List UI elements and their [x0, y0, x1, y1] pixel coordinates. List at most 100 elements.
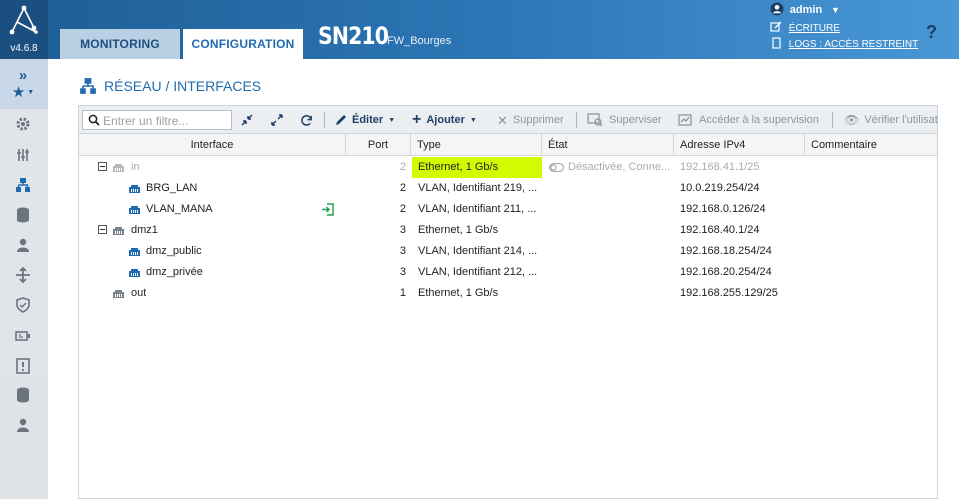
toolbar-separator [576, 112, 577, 128]
collapse-all-button[interactable] [241, 111, 253, 129]
user-menu-toggle[interactable]: admin ▼ [770, 2, 959, 23]
toolbar-separator [832, 112, 833, 128]
firewall-name: FW_Bourges [387, 35, 452, 47]
user2-icon[interactable] [12, 416, 34, 434]
ipv4-value: 10.0.219.254/24 [680, 182, 760, 194]
ipv4-value: 192.168.41.1/25 [680, 161, 760, 173]
user-icon[interactable] [12, 236, 34, 254]
expand-menu-icon[interactable]: » [12, 66, 34, 84]
ipv4-value: 192.168.255.129/25 [680, 287, 778, 299]
top-bar: v4.6.8 MONITORING CONFIGURATION SN210 FW… [0, 0, 959, 59]
chevron-down-icon: ▼ [388, 116, 396, 124]
ethernet-port-icon [129, 206, 140, 214]
type-value: Ethernet, 1 Gb/s [418, 287, 499, 299]
column-header-interface[interactable]: Interface [79, 134, 346, 156]
table-row[interactable]: VLAN_MANA 2 VLAN, Identifiant 211, ... 192.… [79, 199, 937, 220]
database2-icon[interactable] [12, 386, 34, 404]
ethernet-port-icon [113, 227, 124, 235]
monitor-icon [587, 113, 603, 127]
network-icon[interactable] [12, 176, 34, 194]
database-icon[interactable] [12, 206, 34, 224]
table-row[interactable]: dmz_public 3 VLAN, Identifiant 214, ... 192… [79, 241, 937, 262]
column-header-etat[interactable]: État [542, 134, 674, 156]
interface-name: dmz_privée [146, 266, 203, 278]
settings-gear-icon[interactable] [12, 115, 34, 133]
delete-button[interactable]: ✕ Supprimer [497, 111, 564, 129]
supervise-button[interactable]: Superviser [587, 111, 662, 129]
collapse-toggle-icon[interactable] [98, 225, 107, 234]
ethernet-port-icon [129, 185, 140, 193]
interface-name: in [131, 161, 140, 173]
search-icon [88, 114, 100, 126]
check-usage-button[interactable]: 👁 Vérifier l'utilisat [844, 111, 938, 129]
stormshield-logo-icon [9, 5, 38, 35]
add-button[interactable]: + Ajouter ▼ [412, 111, 477, 129]
toolbar: Éditer ▼ + Ajouter ▼ ✕ Supprimer Supervi… [79, 106, 938, 134]
version-label: v4.6.8 [10, 43, 38, 54]
state-value: Désactivée, Conne... [568, 161, 671, 173]
vpn-icon[interactable] [12, 327, 34, 345]
routing-icon[interactable] [12, 266, 34, 284]
port-value: 3 [399, 245, 406, 257]
table-row[interactable]: BRG_LAN 2 VLAN, Identifiant 219, ... 10.0.2… [79, 178, 937, 199]
ethernet-port-icon [129, 248, 140, 256]
login-icon[interactable] [321, 203, 334, 219]
eye-icon: 👁 [844, 113, 860, 127]
app-logo[interactable]: v4.6.8 [0, 0, 48, 59]
interface-name: VLAN_MANA [146, 203, 213, 215]
page-title: RÉSEAU / INTERFACES [104, 78, 262, 94]
search-box[interactable] [82, 110, 232, 130]
chart-window-icon [678, 113, 692, 126]
sliders-icon[interactable] [12, 146, 34, 164]
table-row[interactable]: dmz_privée 3 VLAN, Identifiant 212, ... 192… [79, 262, 937, 283]
ipv4-value: 192.168.18.254/24 [680, 245, 772, 257]
alert-icon[interactable] [12, 357, 34, 375]
table-row[interactable]: out 1 Ethernet, 1 Gb/s 192.168.255.129/25 [79, 283, 937, 304]
refresh-button[interactable] [300, 111, 313, 129]
document-icon [772, 37, 781, 49]
ethernet-port-icon [129, 269, 140, 277]
access-supervision-button[interactable]: Accéder à la supervision [678, 111, 819, 129]
port-value: 3 [399, 224, 406, 236]
ipv4-value: 192.168.0.126/24 [680, 203, 766, 215]
collapse-icon [241, 114, 253, 126]
tab-configuration[interactable]: CONFIGURATION [183, 29, 303, 59]
firewall-model: SN210 [318, 22, 389, 50]
port-value: 1 [399, 287, 406, 299]
ethernet-port-icon [113, 164, 124, 172]
network-icon [80, 78, 96, 94]
favorites-star-icon[interactable]: ★ ▼ [12, 83, 34, 101]
left-sidebar: » ★ ▼ [0, 59, 48, 499]
port-value: 2 [399, 203, 406, 215]
refresh-icon [301, 114, 312, 126]
collapse-toggle-icon[interactable] [98, 162, 107, 171]
table-row[interactable]: dmz1 3 Ethernet, 1 Gb/s 192.168.40.1/24 [79, 220, 937, 241]
port-value: 2 [399, 182, 406, 194]
port-value: 3 [399, 266, 406, 278]
column-header-ipv4[interactable]: Adresse IPv4 [674, 134, 805, 156]
type-value: VLAN, Identifiant 214, ... [418, 245, 538, 257]
help-icon[interactable]: ? [926, 22, 937, 43]
toggle-off-icon [549, 163, 564, 175]
column-header-type[interactable]: Type [411, 134, 542, 156]
type-value: VLAN, Identifiant 212, ... [418, 266, 538, 278]
type-value: Ethernet, 1 Gb/s [412, 157, 542, 178]
shield-icon[interactable] [12, 296, 34, 314]
type-value: VLAN, Identifiant 211, ... [418, 203, 537, 215]
interface-name: BRG_LAN [146, 182, 198, 194]
expand-icon [271, 114, 283, 126]
edit-square-icon [770, 21, 782, 32]
expand-all-button[interactable] [271, 111, 283, 129]
search-input[interactable] [103, 113, 227, 128]
column-header-port[interactable]: Port [346, 134, 411, 156]
interface-name: out [131, 287, 147, 299]
edit-button[interactable]: Éditer ▼ [335, 111, 395, 129]
tab-monitoring[interactable]: MONITORING [60, 29, 180, 59]
table-row[interactable]: in 2 Ethernet, 1 Gb/s Désactivée, Conne... 1… [79, 157, 937, 178]
interface-name: dmz_public [146, 245, 202, 257]
interface-name: dmz1 [131, 224, 158, 236]
column-header-comment[interactable]: Commentaire [805, 134, 937, 156]
toolbar-separator [324, 112, 325, 128]
user-circle-icon [770, 2, 784, 16]
chevron-down-icon: ▼ [830, 5, 840, 15]
